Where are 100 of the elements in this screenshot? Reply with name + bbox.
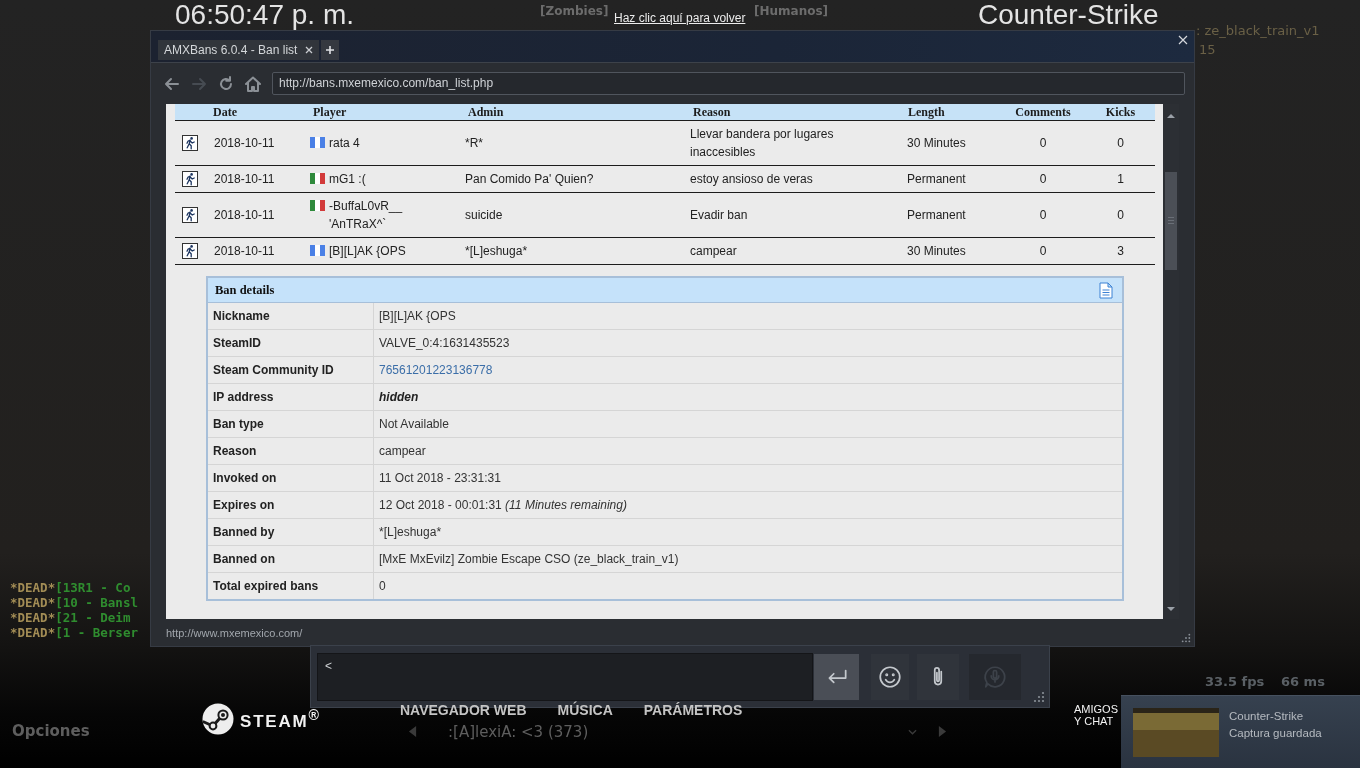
chat-message: [10 - Bansl [55, 595, 138, 610]
flag-icon [310, 173, 325, 184]
player-icon [182, 207, 198, 223]
player-name: [B][L]AK {OPS [329, 243, 406, 260]
nav-link[interactable]: PARÁMETROS [643, 702, 743, 718]
admin-name: *[L]eshuga* [465, 244, 528, 258]
new-tab-button[interactable] [321, 40, 340, 60]
fps-counter: 33.5 fps [1205, 674, 1265, 689]
microphone-icon [982, 663, 1008, 690]
flag-icon [310, 245, 325, 256]
kick-count: 0 [1117, 208, 1124, 222]
comment-count: 0 [1039, 208, 1047, 222]
smiley-icon [877, 663, 903, 690]
ban-length: Permanent [907, 208, 966, 222]
flag-icon [310, 200, 325, 211]
detail-label: Steam Community ID [213, 363, 334, 377]
column-header: Comments [1015, 104, 1071, 119]
nav-link[interactable]: NAVEGADOR WEB [400, 702, 527, 718]
detail-label: SteamID [213, 336, 262, 350]
friends-chat-link[interactable]: AMIGOS Y CHAT [1074, 703, 1120, 727]
scrollbar-thumb[interactable] [1165, 172, 1177, 270]
message-field[interactable]: < [317, 652, 813, 701]
admin-name: suicide [465, 208, 503, 222]
url-field[interactable]: http://bans.mxemexico.com/ban_list.php [272, 72, 1185, 95]
plus-icon [326, 46, 335, 54]
detail-value: hidden [379, 390, 419, 404]
game-title: Counter-Strike [978, 0, 1159, 30]
options-label: Opciones [12, 722, 90, 740]
dead-tag: *DEAD* [10, 610, 56, 625]
steam-wordmark: STEAM$^{®}$ [240, 706, 321, 732]
dead-tag: *DEAD* [10, 580, 56, 595]
notification-message: Captura guardada [1229, 727, 1322, 739]
panel-title: Ban details [215, 282, 275, 298]
ban-date: 2018-10-11 [214, 244, 275, 258]
detail-value: *[L]eshuga* [379, 525, 442, 539]
document-icon[interactable] [1099, 281, 1113, 299]
ban-reason: estoy ansioso de veras [690, 172, 813, 186]
kick-count: 1 [1117, 172, 1124, 186]
detail-value: campear [379, 444, 426, 458]
column-header: Player [313, 104, 347, 119]
detail-label: Reason [213, 444, 257, 458]
emoji-button[interactable] [871, 653, 909, 700]
dead-tag: *DEAD* [10, 625, 56, 640]
browser-tab[interactable]: AMXBans 6.0.4 - Ban list [158, 40, 320, 60]
resize-grip-icon[interactable] [1033, 691, 1045, 703]
column-header: Admin [468, 104, 504, 119]
detail-label: Invoked on [213, 471, 277, 485]
hud-counter: 15 [1199, 42, 1216, 57]
community-id-link[interactable]: 76561201223136778 [379, 363, 493, 377]
ban-reason: Llevar bandera por lugares inaccesibles [690, 127, 834, 159]
column-header: Kicks [1105, 104, 1136, 119]
close-icon[interactable] [1178, 35, 1188, 45]
ban-date: 2018-10-11 [214, 136, 275, 150]
game-clock: 06:50:47 p. m. [175, 0, 354, 30]
nav-link[interactable]: MÚSICA [557, 702, 613, 718]
player-name: mG1 :( [329, 171, 366, 188]
status-url: http://www.mxemexico.com/ [166, 626, 303, 639]
steam-logo-icon [202, 703, 234, 735]
admin-name: *R* [465, 136, 483, 150]
detail-value: [B][L]AK {OPS [379, 309, 456, 323]
detail-label: Banned by [213, 525, 275, 539]
player-name: -BuffaL0vR__ 'AnTRaX^` [329, 198, 404, 233]
ban-length: 30 Minutes [907, 244, 966, 258]
resize-grip-icon[interactable] [1181, 633, 1191, 643]
detail-label: IP address [213, 390, 274, 404]
ban-length: Permanent [907, 172, 966, 186]
player-name: rata 4 [329, 135, 360, 152]
attach-button[interactable] [917, 653, 959, 700]
send-button[interactable] [814, 653, 859, 700]
return-link[interactable]: Haz clic aquí para volver [614, 11, 746, 25]
detail-label: Nickname [213, 309, 270, 323]
column-header: Length [908, 104, 945, 119]
detail-label: Expires on [213, 498, 275, 512]
player-icon [182, 243, 198, 259]
player-icon [182, 135, 198, 151]
kick-count: 0 [1117, 136, 1124, 150]
notification-toast[interactable]: Counter-Strike Captura guardada [1121, 695, 1360, 768]
admin-name: Pan Comido Pa' Quien? [465, 172, 594, 186]
flag-icon [310, 137, 325, 148]
ping-counter: 66 ms [1281, 674, 1325, 689]
column-header: Date [213, 104, 237, 119]
ban-date: 2018-10-11 [214, 172, 275, 186]
ban-length: 30 Minutes [907, 136, 966, 150]
detail-value: [MxE MxEvilz] Zombie Escape CSO (ze_black_train_v1) [379, 552, 679, 566]
chat-message: [13R1 - Co [55, 580, 131, 595]
detail-value: Not Available [379, 417, 449, 431]
ban-reason: campear [690, 244, 737, 258]
detail-label: Total expired bans [213, 579, 319, 593]
comment-count: 0 [1039, 136, 1047, 150]
notification-title: Counter-Strike [1229, 710, 1305, 722]
chat-message: [1 - Berser [55, 625, 138, 640]
ban-reason: Evadir ban [690, 208, 748, 222]
comment-count: 0 [1039, 244, 1047, 258]
close-icon[interactable] [305, 46, 314, 54]
detail-label: Ban type [213, 417, 264, 431]
detail-value: VALVE_0:4:1631435523 [379, 336, 510, 350]
map-name: : ze_black_train_v1 [1196, 23, 1320, 38]
team-label: [Zombies] [540, 4, 609, 18]
spectated-player: :[A]lexiA: <3 (373) [448, 723, 589, 741]
column-header: Reason [693, 104, 731, 119]
